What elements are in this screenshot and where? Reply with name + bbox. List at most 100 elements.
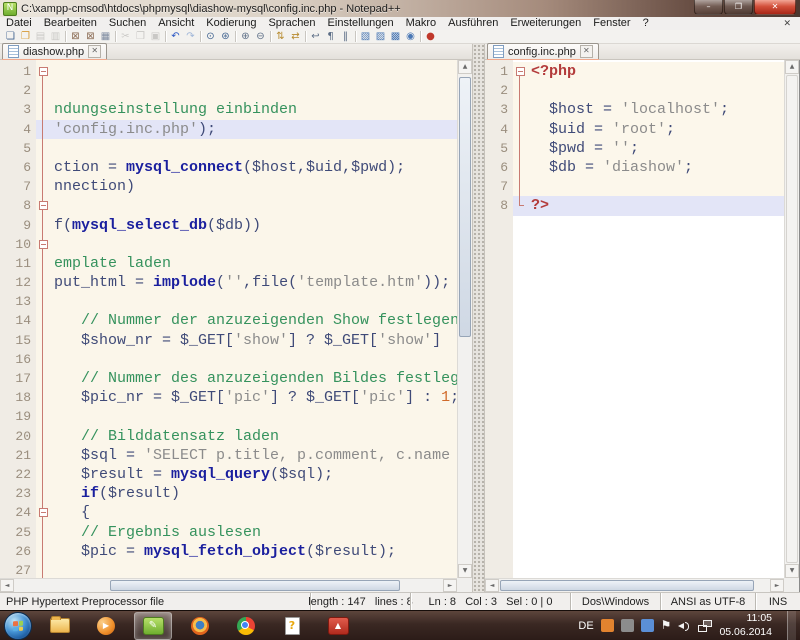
scroll-up-arrow[interactable]: ▲	[458, 60, 472, 74]
save-button[interactable]: ▤	[33, 30, 48, 43]
tray-network-icon[interactable]	[698, 620, 712, 632]
code-text: f(mysql_select_db($db))	[50, 216, 457, 235]
user-defined-dialog-button[interactable]: ▧	[358, 30, 373, 43]
document-map-button[interactable]: ▨	[373, 30, 388, 43]
paste-button[interactable]: ▣	[148, 30, 163, 43]
tab-diashow-php[interactable]: diashow.php ✕	[2, 43, 107, 59]
menu-item-ausfhren[interactable]: Ausführen	[442, 17, 504, 30]
scroll-right-arrow[interactable]: ►	[443, 579, 457, 592]
left-horizontal-scrollbar[interactable]: ◄ ►	[0, 578, 457, 592]
fold-collapse-icon[interactable]	[39, 240, 48, 249]
tray-action-center-flag-icon[interactable]: ⚑	[661, 619, 672, 632]
replace-button[interactable]: ⊛	[218, 30, 233, 43]
fold-collapse-icon[interactable]	[39, 508, 48, 517]
close-tab-icon[interactable]: ✕	[88, 45, 101, 58]
code-token: $pwd =	[531, 140, 612, 157]
menu-item-datei[interactable]: Datei	[0, 17, 38, 30]
code-editor-config[interactable]: 1<?php23 $host = 'localhost';4 $uid = 'r…	[485, 60, 784, 578]
copy-button[interactable]: ❒	[133, 30, 148, 43]
open-file-button[interactable]: ❐	[18, 30, 33, 43]
fold-collapse-icon[interactable]	[39, 201, 48, 210]
undo-button[interactable]: ↶	[168, 30, 183, 43]
scroll-thumb[interactable]	[500, 580, 754, 591]
scroll-down-arrow[interactable]: ▼	[785, 564, 799, 578]
scroll-thumb[interactable]	[459, 77, 471, 337]
restore-button[interactable]: ❐	[724, 0, 753, 15]
taskbar-notepadpp[interactable]: ✎	[134, 612, 172, 640]
tray-clock[interactable]: 11:05 05.06.2014	[719, 612, 772, 638]
code-editor-diashow[interactable]: 123ndungseinstellung einbinden4'config.i…	[0, 60, 457, 578]
close-document-icon[interactable]: ✕	[774, 19, 800, 29]
taskbar-firefox[interactable]	[182, 613, 218, 639]
sync-horizontal-scrolling-button[interactable]: ⇄	[288, 30, 303, 43]
tray-volume-icon[interactable]	[678, 620, 691, 632]
close-button[interactable]: ✕	[754, 0, 796, 15]
right-vertical-scrollbar[interactable]: ▲ ▼	[784, 60, 799, 578]
tray-language-indicator[interactable]: DE	[578, 620, 593, 632]
tab-config-inc-php[interactable]: config.inc.php ✕	[487, 43, 599, 59]
taskbar-media-player[interactable]: ▶	[88, 613, 124, 639]
redo-button[interactable]: ↷	[183, 30, 198, 43]
tray-display-icon[interactable]	[641, 619, 654, 632]
fold-collapse-icon[interactable]	[516, 67, 525, 76]
line-number: 5	[0, 139, 36, 158]
save-all-button[interactable]: ▥	[48, 30, 63, 43]
scroll-thumb[interactable]	[786, 75, 798, 563]
scroll-right-arrow[interactable]: ►	[770, 579, 784, 592]
menu-item-sprachen[interactable]: Sprachen	[262, 17, 321, 30]
left-vertical-scrollbar[interactable]: ▲ ▼	[457, 60, 472, 578]
taskbar-explorer[interactable]	[42, 613, 78, 639]
menu-item-einstellungen[interactable]: Einstellungen	[322, 17, 400, 30]
code-text: // Bilddatensatz laden	[50, 427, 457, 446]
menu-item-help[interactable]: ?	[637, 17, 655, 30]
code-token: 'pic'	[360, 389, 405, 406]
monitoring-button[interactable]: ◉	[403, 30, 418, 43]
line-number: 15	[0, 331, 36, 350]
word-wrap-button[interactable]: ↩	[308, 30, 323, 43]
tray-keyboard-icon[interactable]	[621, 619, 634, 632]
taskbar-chrome[interactable]	[228, 613, 264, 639]
indent-guide-button[interactable]: ‖	[338, 30, 353, 43]
notepadpp-app-icon: N	[3, 2, 17, 16]
menu-item-ansicht[interactable]: Ansicht	[152, 17, 200, 30]
code-token: mysql_query	[171, 466, 270, 483]
function-list-button[interactable]: ▩	[388, 30, 403, 43]
show-all-characters-button[interactable]: ¶	[323, 30, 338, 43]
scroll-thumb[interactable]	[110, 580, 400, 591]
menu-item-kodierung[interactable]: Kodierung	[200, 17, 262, 30]
menu-item-makro[interactable]: Makro	[400, 17, 443, 30]
zoom-in-button[interactable]: ⊕	[238, 30, 253, 43]
sync-vertical-scrolling-button[interactable]: ⇅	[273, 30, 288, 43]
find-button[interactable]: ⊙	[203, 30, 218, 43]
code-token: $sql =	[54, 447, 144, 464]
close-button[interactable]: ⊠	[68, 30, 83, 43]
menu-item-suchen[interactable]: Suchen	[103, 17, 152, 30]
toolbar: ❏❐▤▥⊠⊠▦✂❒▣↶↷⊙⊛⊕⊖⇅⇄↩¶‖▧▨▩◉●	[0, 30, 800, 44]
pane-splitter[interactable]	[472, 44, 485, 592]
cut-button[interactable]: ✂	[118, 30, 133, 43]
minimize-button[interactable]: –	[694, 0, 723, 15]
record-macro-button[interactable]: ●	[423, 30, 438, 43]
fold-margin	[36, 100, 50, 119]
scroll-down-arrow[interactable]: ▼	[458, 564, 472, 578]
right-horizontal-scrollbar[interactable]: ◄ ►	[485, 578, 784, 592]
print-button[interactable]: ▦	[98, 30, 113, 43]
start-button[interactable]	[4, 612, 32, 640]
menu-item-fenster[interactable]: Fenster	[587, 17, 636, 30]
close-tab-icon[interactable]: ✕	[580, 45, 593, 58]
close-all-button[interactable]: ⊠	[83, 30, 98, 43]
taskbar-help-file[interactable]: ?	[274, 613, 310, 639]
taskbar-adobe-reader[interactable]: ▲	[320, 613, 356, 639]
scroll-left-arrow[interactable]: ◄	[485, 579, 499, 592]
fold-collapse-icon[interactable]	[39, 67, 48, 76]
scroll-left-arrow[interactable]: ◄	[0, 579, 14, 592]
new-file-button[interactable]: ❏	[3, 30, 18, 43]
menu-item-bearbeiten[interactable]: Bearbeiten	[38, 17, 103, 30]
zoom-out-button[interactable]: ⊖	[253, 30, 268, 43]
title-bar[interactable]: N C:\xampp-cmsod\htdocs\phpmysql\diashow…	[0, 0, 800, 18]
show-desktop-button[interactable]	[787, 611, 796, 640]
scroll-up-arrow[interactable]: ▲	[785, 60, 799, 74]
document-map-icon: ▨	[376, 31, 385, 42]
tray-app-orange-icon[interactable]	[601, 619, 614, 632]
menu-item-erweiterungen[interactable]: Erweiterungen	[504, 17, 587, 30]
